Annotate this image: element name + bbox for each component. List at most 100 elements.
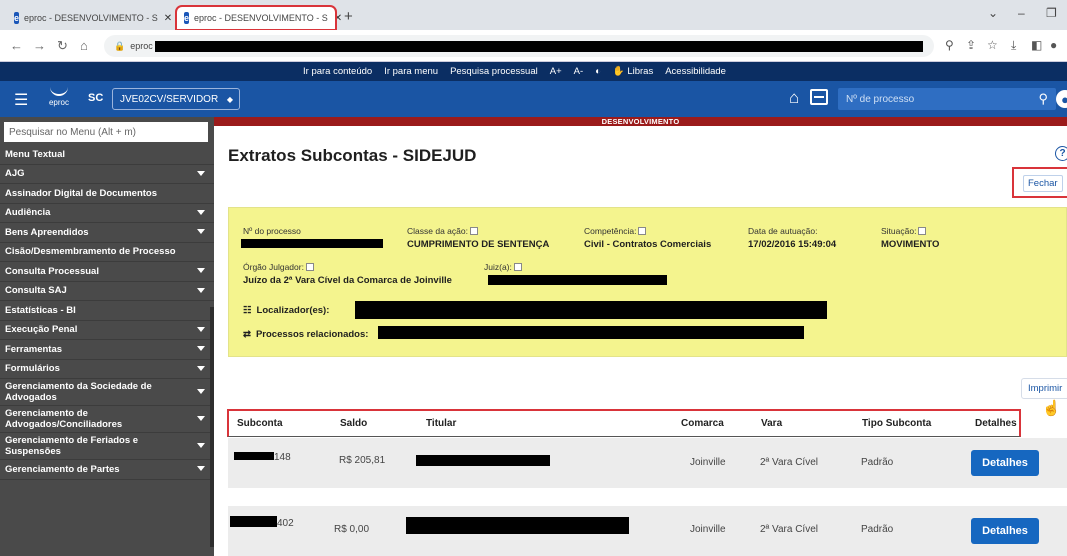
unit-select[interactable]: JVE02CV/SERVIDOR ◆ <box>112 88 240 110</box>
home-icon[interactable]: ⌂ <box>789 88 799 108</box>
download-icon[interactable]: ⤓ <box>1011 38 1016 53</box>
details-button[interactable]: Detalhes <box>971 450 1039 476</box>
sidebar-menu: Menu Textual AJG Assinador Digital de Docu… <box>0 117 214 556</box>
accessibility-bar: Ir para conteúdo Ir para menu Pesquisa p… <box>0 62 1067 81</box>
related-icon: ⇄ <box>243 329 251 340</box>
font-decrease-link[interactable]: A- <box>574 66 584 77</box>
chevron-down-icon <box>197 416 205 421</box>
sidepanel-icon[interactable]: ◧ <box>1031 38 1042 52</box>
info-icon <box>638 227 647 235</box>
process-search-link[interactable]: Pesquisa processual <box>450 66 538 77</box>
skip-to-menu-link[interactable]: Ir para menu <box>384 66 438 77</box>
chevron-down-icon <box>197 326 205 332</box>
chevron-down-icon <box>197 443 205 448</box>
filing-date-label: Data de autuação: <box>748 226 818 236</box>
redacted-titular <box>416 455 550 466</box>
chevron-down-icon <box>197 287 205 293</box>
restore-icon[interactable]: ❐ <box>1046 6 1057 20</box>
col-vara: Vara <box>761 418 783 429</box>
redacted-locators <box>355 301 827 319</box>
chevron-down-icon <box>197 365 205 371</box>
sidebar-item-label: Audiência <box>5 207 51 219</box>
app-header: ☰ eproc SC JVE02CV/SERVIDOR ◆ ⌂ ⚲ ● <box>0 81 1067 117</box>
home-icon[interactable]: ⌂ <box>80 38 88 53</box>
sidebar-item-label: Gerenciamento da Sociedade de Advogados <box>5 380 152 403</box>
chevron-down-icon <box>197 229 205 235</box>
table-row: 148 R$ 205,81 Joinville 2ª Vara Cível Pa… <box>228 438 1067 488</box>
col-detalhes: Detalhes <box>975 418 1017 429</box>
competence-value: Civil - Contratos Comerciais <box>584 239 712 250</box>
help-icon[interactable]: ? <box>1055 146 1067 161</box>
sidebar-item[interactable]: Menu Textual <box>0 145 214 165</box>
process-number-input[interactable] <box>838 88 1018 110</box>
table-header: Subconta Saldo Titular Comarca Vara Tipo… <box>227 409 1021 437</box>
user-avatar-icon[interactable]: ● <box>1056 90 1067 108</box>
profile-icon[interactable]: ● <box>1050 38 1057 52</box>
star-icon[interactable]: ☆ <box>987 38 998 52</box>
sidebar-item[interactable]: AJG <box>0 165 214 184</box>
table-row: 402 R$ 0,00 Joinville 2ª Vara Cível Padr… <box>228 506 1067 556</box>
contrast-icon[interactable]: ◐ <box>595 66 601 77</box>
close-icon[interactable]: ✕ <box>164 13 172 24</box>
browser-tab-1[interactable]: e eproc - DESENVOLVIMENTO - S ✕ <box>6 6 172 30</box>
judge-label: Juiz(a): <box>484 262 522 272</box>
menu-search-input[interactable] <box>4 122 208 142</box>
sidebar-item[interactable]: Gerenciamento da Sociedade de Advogados <box>0 379 214 406</box>
reload-icon[interactable]: ↻ <box>57 38 68 54</box>
sidebar-item[interactable]: Gerenciamento de Partes <box>0 460 214 480</box>
zoom-icon[interactable]: ⚲ <box>945 38 954 52</box>
sidebar-item[interactable]: Consulta SAJ <box>0 282 214 301</box>
chevron-down-icon <box>197 466 205 472</box>
chevron-down-icon[interactable]: ⌄ <box>988 6 998 20</box>
minimize-icon[interactable]: – <box>1018 6 1025 20</box>
sidebar-item[interactable]: Gerenciamento de Advogados/Conciliadores <box>0 406 214 433</box>
lock-icon: 🔒 <box>114 40 126 51</box>
browser-tab-label: eproc - DESENVOLVIMENTO - S <box>194 13 328 23</box>
subconta-cell: 402 <box>230 516 294 529</box>
status-label: Situação: <box>881 226 927 236</box>
share-icon[interactable]: ⇪ <box>966 38 976 52</box>
forward-arrow-icon[interactable]: → <box>33 38 46 53</box>
new-tab-icon[interactable]: + <box>344 8 353 25</box>
sidebar-item[interactable]: Cisão/Desmembramento de Processo <box>0 243 214 262</box>
process-number-label: Nº do processo <box>243 226 301 236</box>
sidebar-item[interactable]: Audiência <box>0 204 214 223</box>
redacted-judge-name <box>488 275 667 285</box>
font-increase-link[interactable]: A+ <box>550 66 562 77</box>
search-icon[interactable]: ⚲ <box>1038 91 1048 107</box>
filing-date-value: 17/02/2016 15:49:04 <box>748 239 837 250</box>
logo-arc-icon <box>50 87 68 96</box>
browser-tab-label: eproc - DESENVOLVIMENTO - S <box>24 13 158 23</box>
libras-link[interactable]: ✋ Libras <box>613 66 653 77</box>
close-button[interactable]: Fechar <box>1023 175 1063 192</box>
sidebar-item[interactable]: Execução Penal <box>0 321 214 340</box>
chevron-down-icon <box>197 209 205 215</box>
col-tipo-subconta: Tipo Subconta <box>862 418 932 429</box>
close-icon[interactable]: ✕ <box>334 13 342 24</box>
sidebar-item-label: Bens Apreendidos <box>5 226 89 238</box>
sidebar-item[interactable]: Ferramentas <box>0 340 214 360</box>
tipo-cell: Padrão <box>861 524 894 535</box>
inbox-icon[interactable] <box>810 89 828 105</box>
redacted-block <box>230 516 277 527</box>
info-icon <box>513 263 522 271</box>
subconta-cell: 148 <box>234 452 291 463</box>
sidebar-item[interactable]: Formulários <box>0 360 214 379</box>
details-button[interactable]: Detalhes <box>971 518 1039 544</box>
sidebar-item[interactable]: Assinador Digital de Documentos <box>0 184 214 204</box>
sidebar-item[interactable]: Estatísticas - BI <box>0 301 214 321</box>
url-field[interactable]: 🔒 eproc <box>104 35 934 57</box>
process-search: ⚲ <box>838 88 1056 110</box>
browser-tab-2-active[interactable]: e eproc - DESENVOLVIMENTO - S ✕ <box>175 5 342 31</box>
comarca-cell: Joinville <box>690 524 726 535</box>
back-arrow-icon[interactable]: ← <box>10 38 23 53</box>
sidebar-item[interactable]: Consulta Processual <box>0 262 214 282</box>
print-button[interactable]: Imprimir <box>1021 378 1067 399</box>
skip-to-content-link[interactable]: Ir para conteúdo <box>303 66 372 77</box>
sidebar-item[interactable]: Bens Apreendidos <box>0 223 214 243</box>
sidebar-item[interactable]: Gerenciamento de Feriados e Suspensões <box>0 433 214 460</box>
hamburger-menu-icon[interactable]: ☰ <box>14 90 28 110</box>
sidebar-item-label: Cisão/Desmembramento de Processo <box>5 246 176 258</box>
accessibility-link[interactable]: Acessibilidade <box>665 66 726 77</box>
saldo-cell: R$ 205,81 <box>339 455 386 466</box>
